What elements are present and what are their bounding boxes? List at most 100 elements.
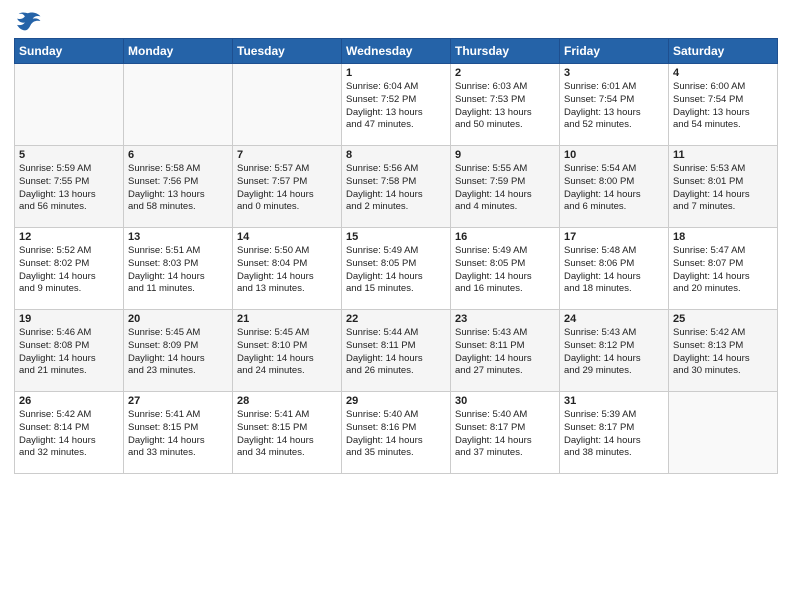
calendar-cell: 27 Sunrise: 5:41 AM Sunset: 8:15 PM Dayli… xyxy=(124,392,233,474)
day-number: 5 xyxy=(19,149,119,161)
weekday-header: Saturday xyxy=(669,39,778,64)
day-number: 12 xyxy=(19,231,119,243)
day-info: Sunrise: 5:58 AM Sunset: 7:56 PM Dayligh… xyxy=(128,163,228,214)
calendar-cell: 24 Sunrise: 5:43 AM Sunset: 8:12 PM Dayli… xyxy=(560,310,669,392)
day-info: Sunrise: 5:50 AM Sunset: 8:04 PM Dayligh… xyxy=(237,245,337,296)
day-number: 21 xyxy=(237,313,337,325)
calendar-cell: 18 Sunrise: 5:47 AM Sunset: 8:07 PM Dayli… xyxy=(669,228,778,310)
weekday-header: Monday xyxy=(124,39,233,64)
day-info: Sunrise: 5:55 AM Sunset: 7:59 PM Dayligh… xyxy=(455,163,555,214)
weekday-header-row: SundayMondayTuesdayWednesdayThursdayFrid… xyxy=(15,39,778,64)
calendar-cell: 6 Sunrise: 5:58 AM Sunset: 7:56 PM Daylig… xyxy=(124,146,233,228)
day-number: 23 xyxy=(455,313,555,325)
day-number: 19 xyxy=(19,313,119,325)
day-number: 7 xyxy=(237,149,337,161)
calendar-cell: 19 Sunrise: 5:46 AM Sunset: 8:08 PM Dayli… xyxy=(15,310,124,392)
calendar-cell: 31 Sunrise: 5:39 AM Sunset: 8:17 PM Dayli… xyxy=(560,392,669,474)
day-info: Sunrise: 5:41 AM Sunset: 8:15 PM Dayligh… xyxy=(128,409,228,460)
calendar-cell: 13 Sunrise: 5:51 AM Sunset: 8:03 PM Dayli… xyxy=(124,228,233,310)
day-number: 20 xyxy=(128,313,228,325)
day-info: Sunrise: 5:49 AM Sunset: 8:05 PM Dayligh… xyxy=(455,245,555,296)
calendar-cell: 30 Sunrise: 5:40 AM Sunset: 8:17 PM Dayli… xyxy=(451,392,560,474)
day-info: Sunrise: 5:57 AM Sunset: 7:57 PM Dayligh… xyxy=(237,163,337,214)
calendar-cell: 11Sunrise: 5:53 AM Sunset: 8:01 PM Dayli… xyxy=(669,146,778,228)
calendar-cell: 21 Sunrise: 5:45 AM Sunset: 8:10 PM Dayli… xyxy=(233,310,342,392)
day-info: Sunrise: 6:04 AM Sunset: 7:52 PM Dayligh… xyxy=(346,81,446,132)
day-number: 14 xyxy=(237,231,337,243)
day-number: 9 xyxy=(455,149,555,161)
day-info: Sunrise: 5:39 AM Sunset: 8:17 PM Dayligh… xyxy=(564,409,664,460)
calendar-cell: 12Sunrise: 5:52 AM Sunset: 8:02 PM Dayli… xyxy=(15,228,124,310)
calendar-cell xyxy=(669,392,778,474)
day-number: 3 xyxy=(564,67,664,79)
day-info: Sunrise: 5:56 AM Sunset: 7:58 PM Dayligh… xyxy=(346,163,446,214)
day-number: 30 xyxy=(455,395,555,407)
calendar-week-row: 19 Sunrise: 5:46 AM Sunset: 8:08 PM Dayli… xyxy=(15,310,778,392)
day-info: Sunrise: 5:40 AM Sunset: 8:16 PM Dayligh… xyxy=(346,409,446,460)
weekday-header: Friday xyxy=(560,39,669,64)
day-info: Sunrise: 5:44 AM Sunset: 8:11 PM Dayligh… xyxy=(346,327,446,378)
day-number: 28 xyxy=(237,395,337,407)
calendar-cell: 1Sunrise: 6:04 AM Sunset: 7:52 PM Daylig… xyxy=(342,64,451,146)
calendar-cell: 7 Sunrise: 5:57 AM Sunset: 7:57 PM Daylig… xyxy=(233,146,342,228)
day-number: 18 xyxy=(673,231,773,243)
calendar-week-row: 12Sunrise: 5:52 AM Sunset: 8:02 PM Dayli… xyxy=(15,228,778,310)
logo-bird-icon xyxy=(14,10,42,32)
calendar-cell: 14 Sunrise: 5:50 AM Sunset: 8:04 PM Dayli… xyxy=(233,228,342,310)
day-info: Sunrise: 6:00 AM Sunset: 7:54 PM Dayligh… xyxy=(673,81,773,132)
day-info: Sunrise: 5:47 AM Sunset: 8:07 PM Dayligh… xyxy=(673,245,773,296)
calendar-week-row: 26 Sunrise: 5:42 AM Sunset: 8:14 PM Dayli… xyxy=(15,392,778,474)
calendar-week-row: 5 Sunrise: 5:59 AM Sunset: 7:55 PM Daylig… xyxy=(15,146,778,228)
day-number: 26 xyxy=(19,395,119,407)
day-info: Sunrise: 5:48 AM Sunset: 8:06 PM Dayligh… xyxy=(564,245,664,296)
calendar-cell: 23 Sunrise: 5:43 AM Sunset: 8:11 PM Dayli… xyxy=(451,310,560,392)
day-number: 25 xyxy=(673,313,773,325)
calendar-cell: 29Sunrise: 5:40 AM Sunset: 8:16 PM Dayli… xyxy=(342,392,451,474)
calendar-cell: 4 Sunrise: 6:00 AM Sunset: 7:54 PM Daylig… xyxy=(669,64,778,146)
calendar-week-row: 1Sunrise: 6:04 AM Sunset: 7:52 PM Daylig… xyxy=(15,64,778,146)
calendar-cell: 3Sunrise: 6:01 AM Sunset: 7:54 PM Daylig… xyxy=(560,64,669,146)
day-number: 2 xyxy=(455,67,555,79)
calendar-container: SundayMondayTuesdayWednesdayThursdayFrid… xyxy=(0,0,792,612)
day-info: Sunrise: 5:49 AM Sunset: 8:05 PM Dayligh… xyxy=(346,245,446,296)
day-number: 31 xyxy=(564,395,664,407)
day-info: Sunrise: 5:42 AM Sunset: 8:13 PM Dayligh… xyxy=(673,327,773,378)
calendar-cell xyxy=(124,64,233,146)
day-info: Sunrise: 5:46 AM Sunset: 8:08 PM Dayligh… xyxy=(19,327,119,378)
day-info: Sunrise: 5:54 AM Sunset: 8:00 PM Dayligh… xyxy=(564,163,664,214)
calendar-cell: 10Sunrise: 5:54 AM Sunset: 8:00 PM Dayli… xyxy=(560,146,669,228)
calendar-cell xyxy=(15,64,124,146)
calendar-cell: 16 Sunrise: 5:49 AM Sunset: 8:05 PM Dayli… xyxy=(451,228,560,310)
day-number: 24 xyxy=(564,313,664,325)
calendar-cell: 25 Sunrise: 5:42 AM Sunset: 8:13 PM Dayli… xyxy=(669,310,778,392)
calendar-cell: 17 Sunrise: 5:48 AM Sunset: 8:06 PM Dayli… xyxy=(560,228,669,310)
day-info: Sunrise: 5:43 AM Sunset: 8:12 PM Dayligh… xyxy=(564,327,664,378)
calendar-cell: 22Sunrise: 5:44 AM Sunset: 8:11 PM Dayli… xyxy=(342,310,451,392)
day-number: 4 xyxy=(673,67,773,79)
logo xyxy=(14,10,46,32)
calendar-cell: 9 Sunrise: 5:55 AM Sunset: 7:59 PM Daylig… xyxy=(451,146,560,228)
day-number: 17 xyxy=(564,231,664,243)
day-info: Sunrise: 5:45 AM Sunset: 8:10 PM Dayligh… xyxy=(237,327,337,378)
day-info: Sunrise: 5:59 AM Sunset: 7:55 PM Dayligh… xyxy=(19,163,119,214)
day-info: Sunrise: 5:40 AM Sunset: 8:17 PM Dayligh… xyxy=(455,409,555,460)
calendar-cell: 5 Sunrise: 5:59 AM Sunset: 7:55 PM Daylig… xyxy=(15,146,124,228)
calendar-cell xyxy=(233,64,342,146)
day-number: 6 xyxy=(128,149,228,161)
day-info: Sunrise: 5:41 AM Sunset: 8:15 PM Dayligh… xyxy=(237,409,337,460)
day-info: Sunrise: 6:03 AM Sunset: 7:53 PM Dayligh… xyxy=(455,81,555,132)
day-info: Sunrise: 5:43 AM Sunset: 8:11 PM Dayligh… xyxy=(455,327,555,378)
day-info: Sunrise: 5:45 AM Sunset: 8:09 PM Dayligh… xyxy=(128,327,228,378)
day-info: Sunrise: 5:51 AM Sunset: 8:03 PM Dayligh… xyxy=(128,245,228,296)
day-number: 16 xyxy=(455,231,555,243)
day-number: 11 xyxy=(673,149,773,161)
day-number: 13 xyxy=(128,231,228,243)
calendar-cell: 26 Sunrise: 5:42 AM Sunset: 8:14 PM Dayli… xyxy=(15,392,124,474)
weekday-header: Sunday xyxy=(15,39,124,64)
day-info: Sunrise: 5:42 AM Sunset: 8:14 PM Dayligh… xyxy=(19,409,119,460)
weekday-header: Thursday xyxy=(451,39,560,64)
day-number: 27 xyxy=(128,395,228,407)
day-number: 8 xyxy=(346,149,446,161)
calendar-cell: 20 Sunrise: 5:45 AM Sunset: 8:09 PM Dayli… xyxy=(124,310,233,392)
calendar-cell: 15Sunrise: 5:49 AM Sunset: 8:05 PM Dayli… xyxy=(342,228,451,310)
